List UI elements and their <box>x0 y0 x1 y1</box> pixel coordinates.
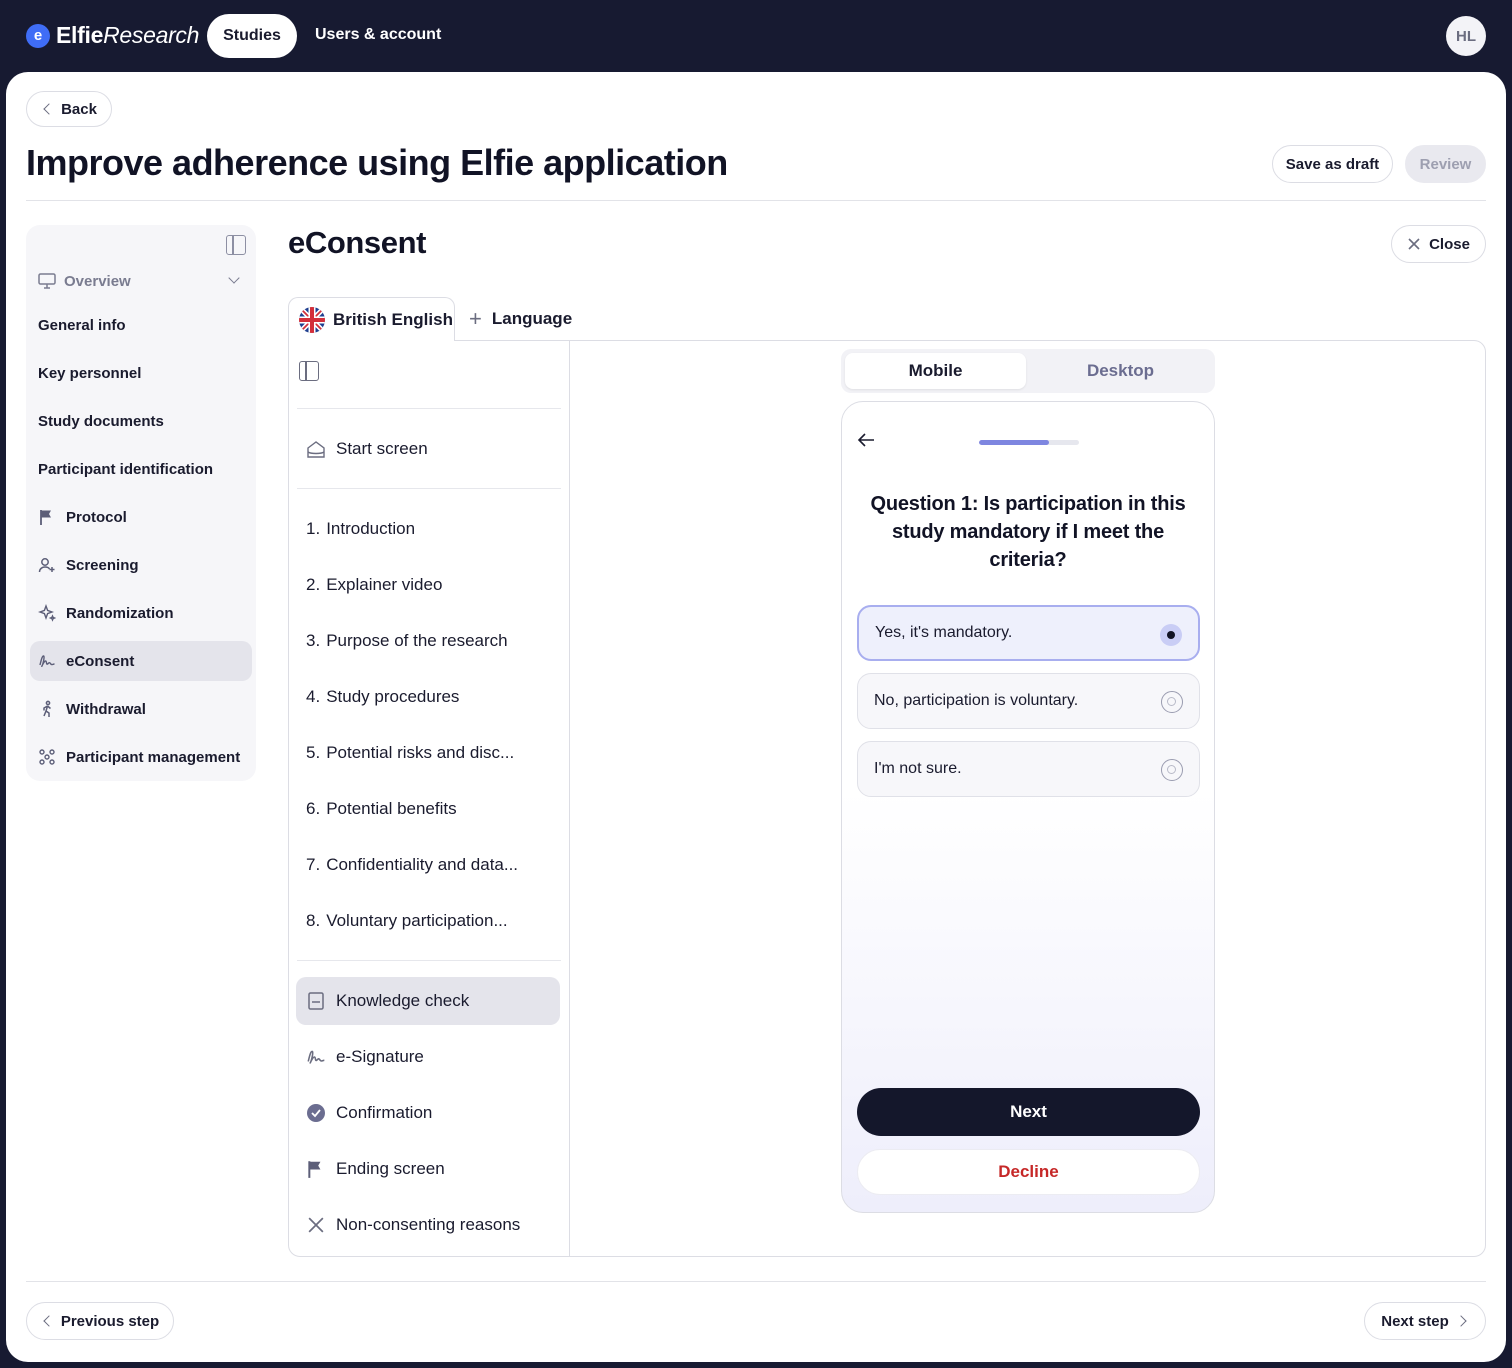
progress-bar-fill <box>979 440 1049 445</box>
walking-icon <box>38 700 56 718</box>
econsent-editor-panel: Start screen 1. Introduction 2. Explainer … <box>288 340 1486 1257</box>
user-avatar[interactable]: HL <box>1446 16 1486 56</box>
user-plus-icon <box>38 556 56 574</box>
elfie-logo-icon: e <box>26 23 50 48</box>
sidebar-item-key-personnel[interactable]: Key personnel <box>30 353 252 393</box>
step-explainer-video[interactable]: 2. Explainer video <box>296 561 560 609</box>
progress-bar <box>979 440 1079 445</box>
chevron-left-icon <box>43 103 55 115</box>
home-icon <box>306 439 326 459</box>
add-language-button[interactable]: + Language <box>469 308 572 330</box>
language-tab-british-english[interactable]: British English <box>288 297 455 341</box>
previous-step-button[interactable]: Previous step <box>26 1302 174 1340</box>
step-knowledge-check[interactable]: Knowledge check <box>296 977 560 1025</box>
close-icon <box>1408 238 1420 250</box>
top-nav-bar: e ElfieResearch Studies Users & account … <box>0 0 1512 72</box>
logo-text-thin: Research <box>103 22 200 48</box>
sparkle-icon <box>38 604 56 622</box>
footer-divider <box>26 1281 1486 1282</box>
sidebar-item-econsent[interactable]: eConsent <box>30 641 252 681</box>
radio-selected-icon <box>1160 624 1182 646</box>
mobile-preview-frame: Question 1: Is participation in this stu… <box>841 401 1215 1213</box>
page-title: Improve adherence using Elfie applicatio… <box>26 142 728 183</box>
chevron-left-icon <box>43 1315 55 1327</box>
check-circle-icon <box>306 1103 326 1123</box>
review-button[interactable]: Review <box>1405 145 1486 183</box>
step-purpose-of-research[interactable]: 3. Purpose of the research <box>296 617 560 665</box>
preview-device-toggle: Mobile Desktop <box>841 349 1215 393</box>
step-study-procedures[interactable]: 4. Study procedures <box>296 673 560 721</box>
elfie-research-logo[interactable]: e ElfieResearch <box>26 22 199 49</box>
answer-option-no[interactable]: No, participation is voluntary. <box>857 673 1200 729</box>
econsent-steps-list: Start screen 1. Introduction 2. Explainer … <box>289 341 570 1256</box>
chevron-right-icon <box>1455 1315 1467 1327</box>
signature-icon <box>306 1047 326 1067</box>
sidebar-item-screening[interactable]: Screening <box>30 545 252 585</box>
step-non-consenting-reasons[interactable]: Non-consenting reasons <box>296 1201 560 1249</box>
step-potential-benefits[interactable]: 6. Potential benefits <box>296 785 560 833</box>
uk-flag-icon <box>299 306 325 333</box>
step-confidentiality[interactable]: 7. Confidentiality and data... <box>296 841 560 889</box>
steps-divider <box>297 488 561 489</box>
flag-icon <box>38 508 56 526</box>
question-text: Question 1: Is participation in this stu… <box>870 493 1186 571</box>
step-e-signature[interactable]: e-Signature <box>296 1033 560 1081</box>
steps-divider <box>297 960 561 961</box>
sidebar-item-protocol[interactable]: Protocol <box>30 497 252 537</box>
header-divider <box>26 200 1486 201</box>
main-card: Back Improve adherence using Elfie appli… <box>6 72 1506 1362</box>
sidebar-item-randomization[interactable]: Randomization <box>30 593 252 633</box>
close-button[interactable]: Close <box>1391 225 1486 263</box>
back-button[interactable]: Back <box>26 91 112 127</box>
sidebar-item-participant-management[interactable]: Participant management <box>30 737 252 777</box>
step-potential-risks[interactable]: 5. Potential risks and disc... <box>296 729 560 777</box>
close-icon <box>306 1215 326 1235</box>
sidebar-collapse-icon[interactable] <box>226 235 246 255</box>
step-introduction[interactable]: 1. Introduction <box>296 505 560 553</box>
answer-option-not-sure[interactable]: I'm not sure. <box>857 741 1200 797</box>
group-icon <box>38 748 56 766</box>
preview-next-button[interactable]: Next <box>857 1088 1200 1136</box>
section-title: eConsent <box>288 225 427 260</box>
save-as-draft-button[interactable]: Save as draft <box>1272 145 1393 183</box>
step-start-screen[interactable]: Start screen <box>296 425 560 473</box>
monitor-icon <box>38 272 56 290</box>
nav-users-account-tab[interactable]: Users & account <box>315 26 441 44</box>
logo-text-bold: Elfie <box>56 22 104 48</box>
sidebar-overview-toggle[interactable]: Overview <box>38 269 244 293</box>
sidebar-item-withdrawal[interactable]: Withdrawal <box>30 689 252 729</box>
steps-collapse-icon[interactable] <box>299 361 319 381</box>
book-icon <box>306 991 326 1011</box>
step-ending-screen[interactable]: Ending screen <box>296 1145 560 1193</box>
sidebar-item-participant-identification[interactable]: Participant identification <box>30 449 252 489</box>
nav-studies-tab[interactable]: Studies <box>207 14 297 58</box>
sidebar-item-study-documents[interactable]: Study documents <box>30 401 252 441</box>
answer-option-yes[interactable]: Yes, it's mandatory. <box>857 605 1200 661</box>
step-confirmation[interactable]: Confirmation <box>296 1089 560 1137</box>
radio-empty-icon <box>1161 759 1183 781</box>
toggle-desktop[interactable]: Desktop <box>1030 353 1211 389</box>
step-voluntary-participation[interactable]: 8. Voluntary participation... <box>296 897 560 945</box>
arrow-left-icon[interactable] <box>856 430 876 454</box>
chevron-down-icon <box>228 272 240 284</box>
next-step-button[interactable]: Next step <box>1364 1302 1486 1340</box>
steps-divider <box>297 408 561 409</box>
toggle-mobile[interactable]: Mobile <box>845 353 1026 389</box>
flag-icon <box>306 1159 326 1179</box>
preview-decline-button[interactable]: Decline <box>857 1149 1200 1195</box>
signature-icon <box>38 652 56 670</box>
sidebar-item-general-info[interactable]: General info <box>30 305 252 345</box>
study-sidebar: Overview General info Key personnel Stud… <box>26 225 256 781</box>
plus-icon: + <box>469 306 482 331</box>
radio-empty-icon <box>1161 691 1183 713</box>
